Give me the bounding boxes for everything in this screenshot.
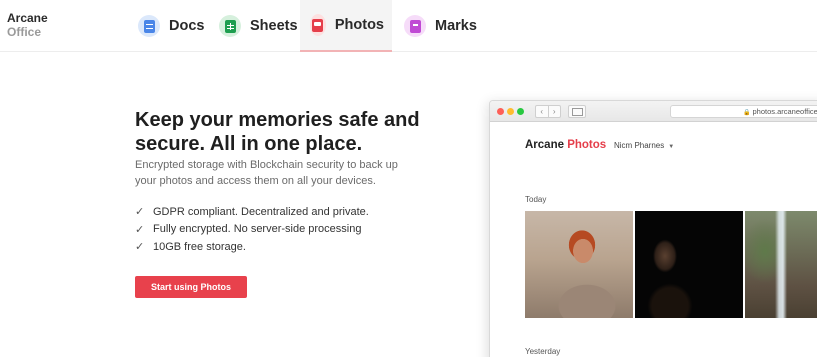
tab-docs-label: Docs [169,18,205,34]
tab-marks-label: Marks [435,18,477,34]
chevron-left-icon: ‹ [540,107,544,116]
section-label-yesterday: Yesterday [525,347,561,356]
sidebar-toggle-icon [568,105,586,118]
mockup-user-name: Nicm Pharnes [614,141,665,150]
close-dot-icon [497,108,504,115]
top-navigation: Arcane Office Docs Sheets Photos Marks [0,0,817,52]
browser-mockup: ‹ › 🔒 photos.arcaneoffice Arcane Photos N… [489,100,817,357]
hero-subtitle: Encrypted storage with Blockchain securi… [135,159,398,187]
marks-icon [404,15,426,37]
mockup-app-name-accent: Photos [567,139,607,151]
url-text: photos.arcaneoffice [752,107,817,116]
tab-sheets[interactable]: Sheets [211,0,306,52]
feature-item: ✓ 10GB free storage. [135,238,369,256]
caret-down-icon: ▼ [668,144,675,150]
photos-icon [310,14,326,36]
lock-icon: 🔒 [743,110,751,116]
checkmark-icon: ✓ [135,223,145,236]
photo-thumbnail [635,211,743,318]
minimize-dot-icon [507,108,514,115]
feature-item: ✓ Fully encrypted. No server-side proces… [135,221,369,239]
checkmark-icon: ✓ [135,206,145,219]
checkmark-icon: ✓ [135,241,145,254]
logo-line-2: Office [7,25,42,39]
tab-sheets-label: Sheets [250,18,298,34]
hero-headline: Keep your memories safe and secure. All … [135,109,420,155]
browser-toolbar: ‹ › 🔒 photos.arcaneoffice [490,101,817,122]
chevron-right-icon: › [547,106,561,117]
maximize-dot-icon [517,108,524,115]
logo-line-1: Arcane [7,11,48,25]
start-using-photos-button[interactable]: Start using Photos [135,276,247,298]
feature-text: Fully encrypted. No server-side processi… [153,223,362,236]
tab-photos[interactable]: Photos [300,0,392,52]
feature-list: ✓ GDPR compliant. Decentralized and priv… [135,203,369,256]
logo[interactable]: Arcane Office [7,11,48,39]
tab-docs[interactable]: Docs [130,0,212,52]
photo-thumbnail [525,211,633,318]
docs-icon [138,15,160,37]
feature-text: GDPR compliant. Decentralized and privat… [153,205,369,218]
feature-text: 10GB free storage. [153,240,246,253]
photo-thumbnail [745,211,817,318]
mockup-app-title: Arcane Photos [525,139,606,151]
tab-marks[interactable]: Marks [396,0,485,52]
tab-photos-label: Photos [334,17,384,33]
mockup-user-menu: Nicm Pharnes ▼ [614,141,674,150]
address-bar: 🔒 photos.arcaneoffice [670,105,817,118]
feature-item: ✓ GDPR compliant. Decentralized and priv… [135,203,369,221]
back-forward-buttons: ‹ › [535,105,561,118]
mockup-app-name: Arcane [525,139,564,151]
sheets-icon [219,15,241,37]
section-label-today: Today [525,195,547,204]
